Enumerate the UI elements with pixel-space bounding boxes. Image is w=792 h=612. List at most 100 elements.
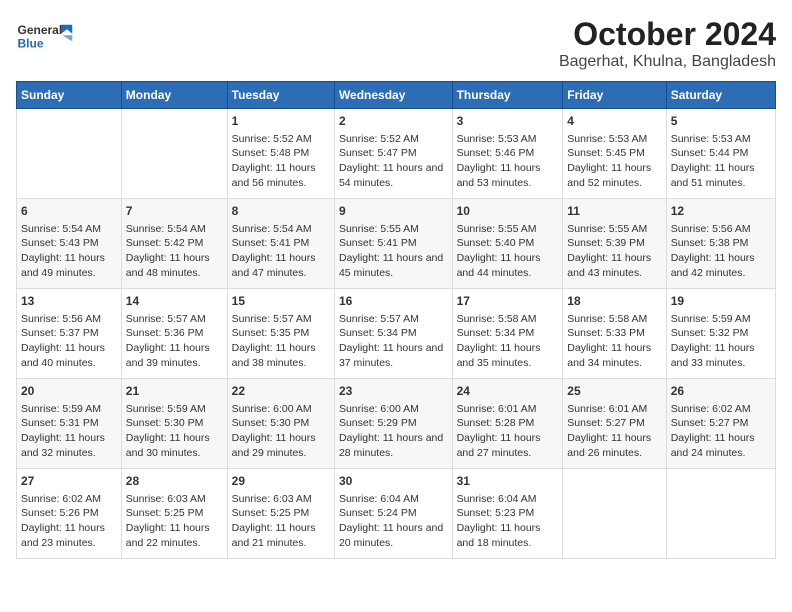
day-number: 20: [21, 383, 117, 400]
title-block: October 2024 Bagerhat, Khulna, Banglades…: [559, 16, 776, 71]
sunrise-text: Sunrise: 5:58 AM: [567, 312, 661, 327]
daylight-text: Daylight: 11 hours and 29 minutes.: [232, 431, 330, 460]
calendar-cell: 8Sunrise: 5:54 AMSunset: 5:41 PMDaylight…: [227, 199, 334, 289]
sunrise-text: Sunrise: 5:55 AM: [567, 222, 661, 237]
sunset-text: Sunset: 5:38 PM: [671, 236, 771, 251]
logo-svg: General Blue: [16, 16, 76, 56]
sunset-text: Sunset: 5:42 PM: [126, 236, 223, 251]
sunset-text: Sunset: 5:24 PM: [339, 506, 448, 521]
sunset-text: Sunset: 5:33 PM: [567, 326, 661, 341]
calendar-cell: 24Sunrise: 6:01 AMSunset: 5:28 PMDayligh…: [452, 379, 563, 469]
cell-details: Sunrise: 5:54 AMSunset: 5:42 PMDaylight:…: [126, 222, 223, 281]
header-thursday: Thursday: [452, 82, 563, 109]
sunrise-text: Sunrise: 5:57 AM: [126, 312, 223, 327]
calendar-cell: 26Sunrise: 6:02 AMSunset: 5:27 PMDayligh…: [666, 379, 775, 469]
svg-text:General: General: [18, 23, 63, 37]
cell-details: Sunrise: 5:55 AMSunset: 5:39 PMDaylight:…: [567, 222, 661, 281]
sunset-text: Sunset: 5:40 PM: [457, 236, 559, 251]
calendar-cell: [666, 469, 775, 559]
sunrise-text: Sunrise: 5:52 AM: [339, 132, 448, 147]
sunrise-text: Sunrise: 6:00 AM: [339, 402, 448, 417]
day-number: 2: [339, 113, 448, 130]
day-number: 9: [339, 203, 448, 220]
day-number: 21: [126, 383, 223, 400]
daylight-text: Daylight: 11 hours and 38 minutes.: [232, 341, 330, 370]
sunset-text: Sunset: 5:41 PM: [232, 236, 330, 251]
cell-details: Sunrise: 5:56 AMSunset: 5:38 PMDaylight:…: [671, 222, 771, 281]
daylight-text: Daylight: 11 hours and 32 minutes.: [21, 431, 117, 460]
sunrise-text: Sunrise: 5:55 AM: [457, 222, 559, 237]
cell-details: Sunrise: 6:01 AMSunset: 5:27 PMDaylight:…: [567, 402, 661, 461]
day-number: 19: [671, 293, 771, 310]
calendar-cell: 30Sunrise: 6:04 AMSunset: 5:24 PMDayligh…: [334, 469, 452, 559]
cell-details: Sunrise: 6:01 AMSunset: 5:28 PMDaylight:…: [457, 402, 559, 461]
sunset-text: Sunset: 5:32 PM: [671, 326, 771, 341]
calendar-cell: [17, 109, 122, 199]
cell-details: Sunrise: 5:58 AMSunset: 5:33 PMDaylight:…: [567, 312, 661, 371]
sunrise-text: Sunrise: 5:59 AM: [126, 402, 223, 417]
day-number: 11: [567, 203, 661, 220]
header-tuesday: Tuesday: [227, 82, 334, 109]
sunset-text: Sunset: 5:46 PM: [457, 146, 559, 161]
day-number: 22: [232, 383, 330, 400]
cell-details: Sunrise: 5:54 AMSunset: 5:43 PMDaylight:…: [21, 222, 117, 281]
sunrise-text: Sunrise: 5:54 AM: [232, 222, 330, 237]
day-number: 12: [671, 203, 771, 220]
daylight-text: Daylight: 11 hours and 53 minutes.: [457, 161, 559, 190]
logo: General Blue: [16, 16, 76, 56]
page-header: General Blue October 2024 Bagerhat, Khul…: [16, 16, 776, 71]
sunset-text: Sunset: 5:37 PM: [21, 326, 117, 341]
day-number: 29: [232, 473, 330, 490]
cell-details: Sunrise: 6:00 AMSunset: 5:29 PMDaylight:…: [339, 402, 448, 461]
day-number: 17: [457, 293, 559, 310]
day-number: 10: [457, 203, 559, 220]
sunset-text: Sunset: 5:26 PM: [21, 506, 117, 521]
sunset-text: Sunset: 5:30 PM: [232, 416, 330, 431]
cell-details: Sunrise: 6:02 AMSunset: 5:27 PMDaylight:…: [671, 402, 771, 461]
cell-details: Sunrise: 6:02 AMSunset: 5:26 PMDaylight:…: [21, 492, 117, 551]
calendar-cell: 3Sunrise: 5:53 AMSunset: 5:46 PMDaylight…: [452, 109, 563, 199]
calendar-cell: 27Sunrise: 6:02 AMSunset: 5:26 PMDayligh…: [17, 469, 122, 559]
sunset-text: Sunset: 5:35 PM: [232, 326, 330, 341]
calendar-cell: 10Sunrise: 5:55 AMSunset: 5:40 PMDayligh…: [452, 199, 563, 289]
calendar-cell: 5Sunrise: 5:53 AMSunset: 5:44 PMDaylight…: [666, 109, 775, 199]
cell-details: Sunrise: 5:53 AMSunset: 5:46 PMDaylight:…: [457, 132, 559, 191]
daylight-text: Daylight: 11 hours and 34 minutes.: [567, 341, 661, 370]
week-row-4: 27Sunrise: 6:02 AMSunset: 5:26 PMDayligh…: [17, 469, 776, 559]
daylight-text: Daylight: 11 hours and 42 minutes.: [671, 251, 771, 280]
day-number: 8: [232, 203, 330, 220]
cell-details: Sunrise: 5:56 AMSunset: 5:37 PMDaylight:…: [21, 312, 117, 371]
calendar-cell: 2Sunrise: 5:52 AMSunset: 5:47 PMDaylight…: [334, 109, 452, 199]
header-monday: Monday: [121, 82, 227, 109]
sunrise-text: Sunrise: 5:53 AM: [457, 132, 559, 147]
daylight-text: Daylight: 11 hours and 56 minutes.: [232, 161, 330, 190]
cell-details: Sunrise: 5:52 AMSunset: 5:48 PMDaylight:…: [232, 132, 330, 191]
cell-details: Sunrise: 5:57 AMSunset: 5:35 PMDaylight:…: [232, 312, 330, 371]
sunrise-text: Sunrise: 6:03 AM: [126, 492, 223, 507]
calendar-cell: 16Sunrise: 5:57 AMSunset: 5:34 PMDayligh…: [334, 289, 452, 379]
calendar-cell: 14Sunrise: 5:57 AMSunset: 5:36 PMDayligh…: [121, 289, 227, 379]
day-number: 4: [567, 113, 661, 130]
calendar-cell: 13 Sunrise: 5:56 AMSunset: 5:37 PMDayligh…: [17, 289, 122, 379]
cell-details: Sunrise: 5:59 AMSunset: 5:30 PMDaylight:…: [126, 402, 223, 461]
sunrise-text: Sunrise: 5:52 AM: [232, 132, 330, 147]
calendar-cell: 4 Sunrise: 5:53 AMSunset: 5:45 PMDaylight…: [563, 109, 666, 199]
daylight-text: Daylight: 11 hours and 51 minutes.: [671, 161, 771, 190]
sunset-text: Sunset: 5:48 PM: [232, 146, 330, 161]
sunrise-text: Sunrise: 6:03 AM: [232, 492, 330, 507]
sunset-text: Sunset: 5:29 PM: [339, 416, 448, 431]
header-friday: Friday: [563, 82, 666, 109]
calendar-cell: 21 Sunrise: 5:59 AMSunset: 5:30 PMDayligh…: [121, 379, 227, 469]
calendar-cell: [121, 109, 227, 199]
sunset-text: Sunset: 5:47 PM: [339, 146, 448, 161]
week-row-0: 1Sunrise: 5:52 AMSunset: 5:48 PMDaylight…: [17, 109, 776, 199]
cell-details: Sunrise: 5:59 AMSunset: 5:31 PMDaylight:…: [21, 402, 117, 461]
sunset-text: Sunset: 5:25 PM: [126, 506, 223, 521]
daylight-text: Daylight: 11 hours and 40 minutes.: [21, 341, 117, 370]
header-saturday: Saturday: [666, 82, 775, 109]
cell-details: Sunrise: 5:53 AMSunset: 5:45 PMDaylight:…: [567, 132, 661, 191]
calendar-cell: 20 Sunrise: 5:59 AMSunset: 5:31 PMDayligh…: [17, 379, 122, 469]
day-number: 13: [21, 293, 117, 310]
week-row-2: 13 Sunrise: 5:56 AMSunset: 5:37 PMDayligh…: [17, 289, 776, 379]
sunrise-text: Sunrise: 5:57 AM: [232, 312, 330, 327]
